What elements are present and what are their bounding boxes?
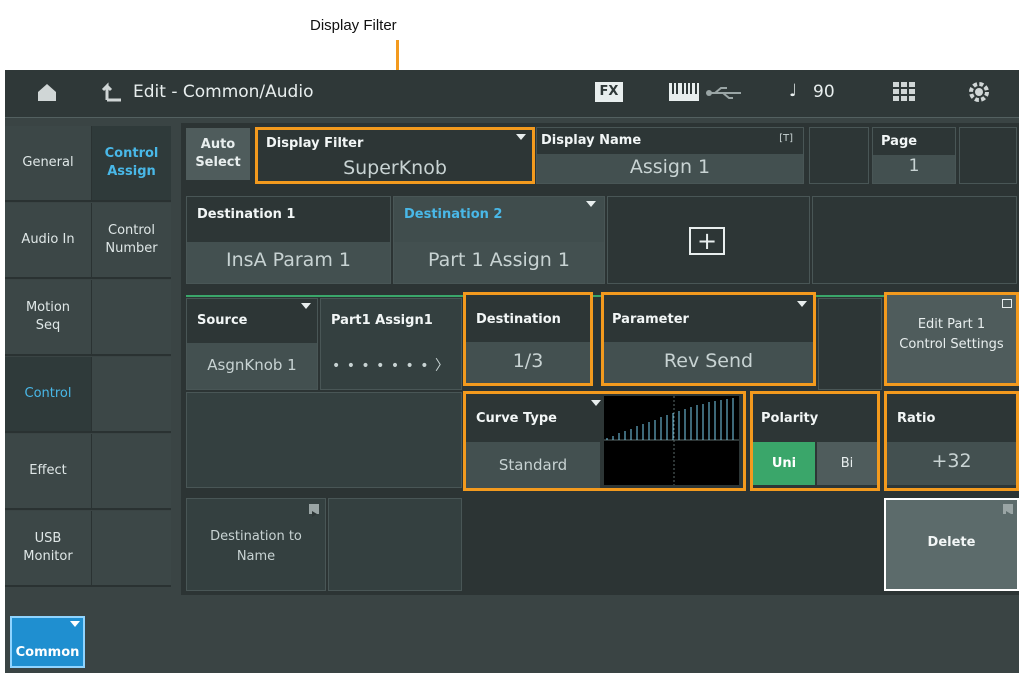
sidebar-item-general[interactable]: General bbox=[5, 126, 91, 202]
sidebar-item-usb-monitor[interactable]: USB Monitor bbox=[5, 511, 91, 587]
add-destination-button[interactable]: + bbox=[607, 196, 810, 284]
back-arrow-icon[interactable] bbox=[101, 80, 123, 104]
display-filter-value: SuperKnob bbox=[343, 157, 447, 179]
display-name-label: Display Name bbox=[541, 133, 642, 148]
destination-value: 1/3 bbox=[512, 350, 544, 372]
empty-cell bbox=[809, 127, 869, 184]
plus-icon: + bbox=[689, 227, 725, 255]
ratio-field[interactable]: Ratio +32 bbox=[884, 391, 1019, 491]
empty-cell bbox=[186, 392, 462, 488]
empty-cell bbox=[812, 196, 1017, 284]
sidebar-item-motion-seq[interactable]: Motion Seq bbox=[5, 280, 91, 356]
top-bar: Edit - Common/Audio FX ♩ 90 bbox=[5, 70, 1019, 118]
page-label: Page bbox=[881, 134, 918, 149]
gear-icon[interactable] bbox=[967, 80, 991, 104]
text-edit-icon: [T] bbox=[779, 133, 793, 144]
empty-cell bbox=[818, 298, 882, 390]
parameter-selector[interactable]: Parameter Rev Send bbox=[601, 292, 816, 386]
page-field[interactable]: Page 1 bbox=[872, 127, 956, 184]
ratio-label: Ratio bbox=[897, 411, 936, 426]
play-icon bbox=[309, 504, 319, 517]
curve-graph bbox=[604, 396, 739, 485]
dropdown-arrow-icon bbox=[301, 303, 311, 309]
curve-type-label: Curve Type bbox=[476, 411, 557, 426]
parameter-value: Rev Send bbox=[663, 350, 754, 372]
curve-type-value: Standard bbox=[498, 456, 568, 474]
grid-icon[interactable] bbox=[893, 82, 915, 102]
part1-assign1-label: Part1 Assign1 bbox=[331, 313, 433, 328]
polarity-field[interactable]: Polarity Uni Bi bbox=[750, 391, 880, 491]
sidebar-item-audio-in[interactable]: Audio In bbox=[5, 203, 91, 279]
ratio-value: +32 bbox=[931, 450, 972, 472]
part1-assign1-field: Part1 Assign1 • • • • • • • 〉 bbox=[320, 298, 462, 390]
display-filter-label: Display Filter bbox=[266, 136, 364, 151]
dropdown-arrow-icon bbox=[797, 301, 807, 307]
sidebar-item-effect[interactable]: Effect bbox=[5, 434, 91, 510]
source-value: AsgnKnob 1 bbox=[207, 356, 297, 374]
empty-cell bbox=[328, 498, 462, 591]
polarity-bi-button[interactable]: Bi bbox=[817, 442, 877, 485]
edit-part-label: Edit Part 1 Control Settings bbox=[899, 317, 1004, 353]
destination-2-label: Destination 2 bbox=[404, 207, 503, 222]
home-icon[interactable] bbox=[35, 80, 59, 104]
note-icon: ♩ bbox=[789, 81, 798, 101]
keyboard-icon bbox=[669, 83, 699, 101]
external-link-icon bbox=[1002, 299, 1012, 308]
destination-1-label: Destination 1 bbox=[197, 207, 296, 222]
tab-empty bbox=[91, 511, 171, 587]
auto-select-button[interactable]: Auto Select bbox=[186, 128, 250, 180]
destination-to-name-label: Destination to Name bbox=[210, 529, 302, 565]
delete-button[interactable]: Delete bbox=[884, 498, 1019, 591]
callout-display-filter-label: Display Filter bbox=[310, 17, 397, 34]
tab-empty bbox=[91, 357, 171, 433]
sidebar-item-control[interactable]: Control bbox=[5, 357, 91, 433]
destination-1-value: InsA Param 1 bbox=[226, 249, 351, 271]
tab-control-number[interactable]: Control Number bbox=[91, 203, 171, 279]
play-icon bbox=[1003, 504, 1013, 517]
dropdown-arrow-icon bbox=[516, 134, 526, 140]
usb-icon bbox=[705, 85, 745, 99]
dropdown-arrow-icon bbox=[591, 400, 601, 406]
dropdown-arrow-icon bbox=[70, 621, 80, 627]
source-label: Source bbox=[197, 313, 248, 328]
tab-control-assign[interactable]: Control Assign bbox=[91, 126, 171, 202]
parameter-label: Parameter bbox=[612, 312, 689, 327]
polarity-uni-button[interactable]: Uni bbox=[753, 442, 815, 485]
dropdown-arrow-icon bbox=[586, 201, 596, 207]
source-field[interactable]: Source AsgnKnob 1 bbox=[186, 298, 318, 390]
destination-2-tab[interactable]: Destination 2 Part 1 Assign 1 bbox=[393, 196, 605, 284]
curve-type-field[interactable]: Curve Type Standard bbox=[463, 391, 746, 491]
destination-label: Destination bbox=[476, 312, 561, 327]
tab-empty bbox=[91, 434, 171, 510]
tab-empty bbox=[91, 280, 171, 356]
polarity-label: Polarity bbox=[761, 411, 819, 426]
delete-label: Delete bbox=[927, 535, 976, 550]
display-name-value: Assign 1 bbox=[629, 156, 711, 178]
synth-screen: Edit - Common/Audio FX ♩ 90 General Audi… bbox=[5, 70, 1019, 673]
tempo-value: 90 bbox=[813, 82, 835, 102]
page-value: 1 bbox=[908, 156, 920, 176]
destination-2-value: Part 1 Assign 1 bbox=[428, 249, 570, 271]
display-name-field[interactable]: Display Name [T] Assign 1 bbox=[536, 127, 804, 184]
fx-badge[interactable]: FX bbox=[595, 82, 623, 102]
flow-arrow: • • • • • • • 〉 bbox=[332, 358, 450, 374]
display-filter-field[interactable]: Display Filter SuperKnob bbox=[255, 127, 535, 184]
empty-cell bbox=[959, 127, 1017, 184]
edit-part-control-settings-button[interactable]: Edit Part 1 Control Settings bbox=[884, 292, 1019, 386]
destination-to-name-button[interactable]: Destination to Name bbox=[186, 498, 326, 591]
bottom-bar bbox=[5, 615, 1019, 673]
destination-selector[interactable]: Destination 1/3 bbox=[463, 292, 593, 386]
destination-1-tab[interactable]: Destination 1 InsA Param 1 bbox=[186, 196, 391, 284]
page-title: Edit - Common/Audio bbox=[133, 82, 314, 102]
